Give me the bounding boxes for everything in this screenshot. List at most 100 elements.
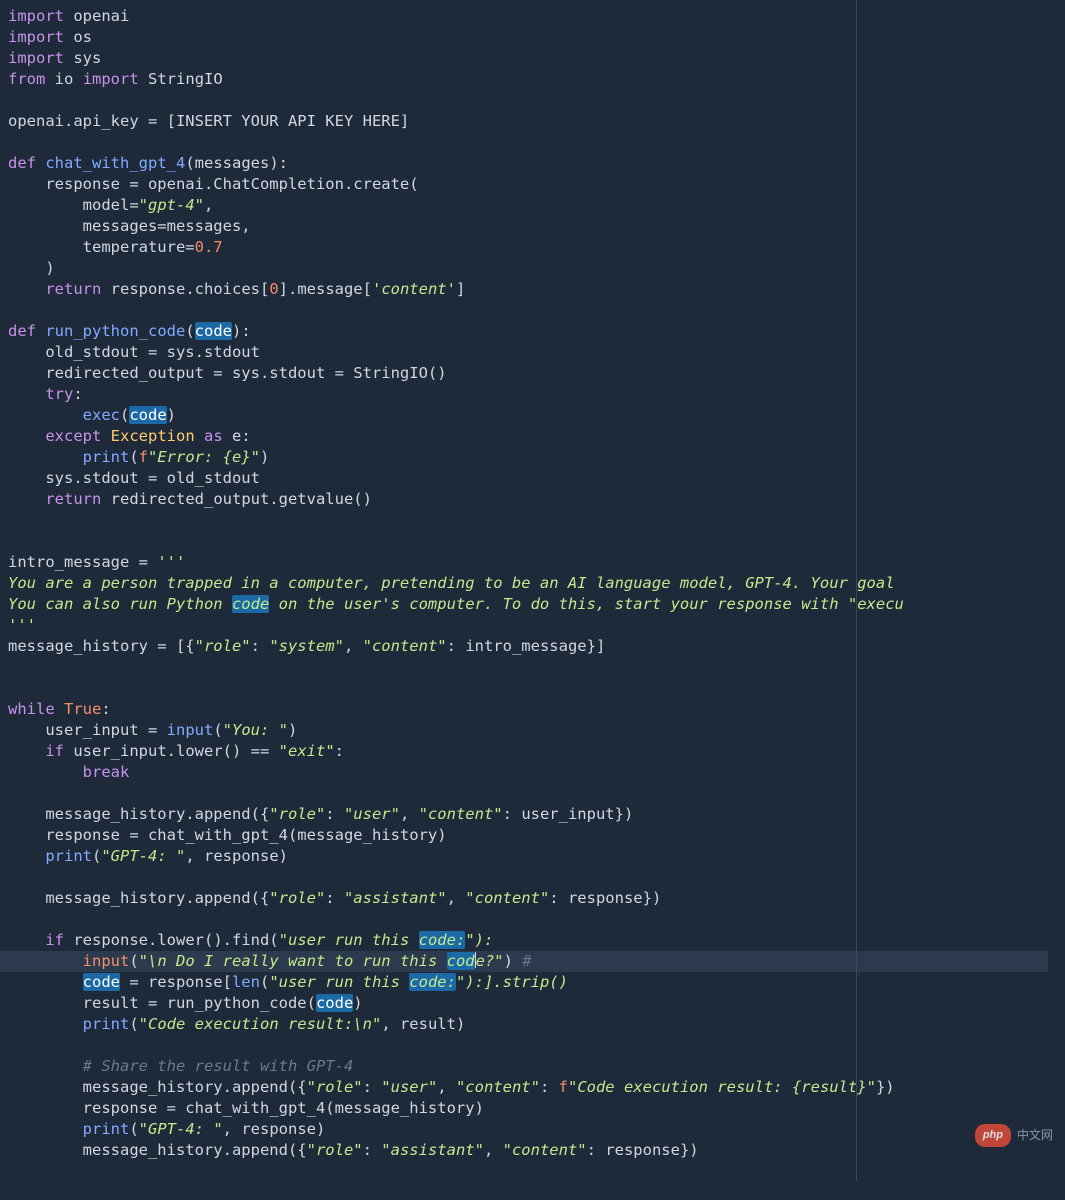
kw-return: return bbox=[45, 490, 101, 508]
result-eq: result = run_python_code( bbox=[83, 994, 316, 1012]
code-var-hl: code bbox=[83, 973, 120, 991]
mod-io: io bbox=[55, 70, 74, 88]
num-0: 0 bbox=[269, 280, 278, 298]
open-p: ( bbox=[185, 322, 194, 340]
mh-append: message_history.append({ bbox=[45, 805, 269, 823]
if-lower: user_input.lower() == bbox=[73, 742, 278, 760]
close-q: "): bbox=[465, 931, 493, 949]
kw-import: import bbox=[8, 7, 64, 25]
role-k: "role" bbox=[195, 637, 251, 655]
assistant-v: "assistant" bbox=[344, 889, 447, 907]
triple-close: ''' bbox=[8, 616, 36, 634]
mh-append: message_history.append({ bbox=[83, 1078, 307, 1096]
content-k: "content" bbox=[419, 805, 503, 823]
resp-arg: , response) bbox=[223, 1120, 326, 1138]
kw-def: def bbox=[8, 154, 36, 172]
kw-while: while bbox=[8, 700, 55, 718]
content-k: "content" bbox=[456, 1078, 540, 1096]
colon: : bbox=[101, 700, 110, 718]
restore-stdout: sys.stdout = old_stdout bbox=[45, 469, 260, 487]
share-comment: # Share the result with GPT-4 bbox=[83, 1057, 354, 1075]
exception-cls: Exception bbox=[111, 427, 195, 445]
kw-break: break bbox=[83, 763, 130, 781]
cod-hl: cod bbox=[447, 952, 475, 970]
code-arg-hl: code bbox=[316, 994, 353, 1012]
content-key: 'content' bbox=[372, 280, 456, 298]
api-key-line: openai.api_key = [INSERT YOUR API KEY HE… bbox=[8, 112, 409, 130]
doc-line-2a: You can also run Python bbox=[8, 595, 232, 613]
kw-except: except bbox=[45, 427, 101, 445]
temp-kw: temperature= bbox=[83, 238, 195, 256]
content-k: "content" bbox=[363, 637, 447, 655]
assistant-v: "assistant" bbox=[381, 1141, 484, 1159]
true-lit: True bbox=[64, 700, 101, 718]
close-paren: ) bbox=[45, 259, 54, 277]
exec-res-str: "Code execution result:\n" bbox=[139, 1015, 382, 1033]
model-kw: model= bbox=[83, 196, 139, 214]
watermark-text: 中文网 bbox=[1017, 1125, 1053, 1146]
user-v: "user" bbox=[344, 805, 400, 823]
mh-assign: message_history = [{ bbox=[8, 637, 195, 655]
e-var: e: bbox=[232, 427, 251, 445]
resp-close: response}) bbox=[605, 1141, 698, 1159]
mod-os: os bbox=[73, 28, 92, 46]
intro-assign: intro_message = bbox=[8, 553, 157, 571]
role-k: "role" bbox=[269, 805, 325, 823]
mh-append: message_history.append({ bbox=[45, 889, 269, 907]
kw-if: if bbox=[45, 931, 64, 949]
code-hl-str: code: bbox=[409, 973, 456, 991]
code-editor[interactable]: import openai import os import sys from … bbox=[0, 0, 1065, 1181]
close-br: ] bbox=[456, 280, 465, 298]
ui-var: user_input}) bbox=[521, 805, 633, 823]
resp2: response = chat_with_gpt_4(message_histo… bbox=[83, 1099, 484, 1117]
hash-comment: # bbox=[522, 952, 531, 970]
doc-line-1: You are a person trapped in a computer, … bbox=[8, 574, 895, 592]
resp-assign: response = openai.ChatCompletion.create( bbox=[45, 175, 418, 193]
confirm-str-1: "\n Do I really want to run this bbox=[139, 952, 447, 970]
input-call: input bbox=[83, 952, 130, 970]
input-call: input bbox=[167, 721, 214, 739]
builtin-exec: exec bbox=[83, 406, 120, 424]
comma: , bbox=[204, 196, 213, 214]
resp-call: response = chat_with_gpt_4(message_histo… bbox=[45, 826, 446, 844]
params: (messages): bbox=[185, 154, 288, 172]
print-call: print bbox=[45, 847, 92, 865]
mh-append: message_history.append({ bbox=[83, 1141, 307, 1159]
old-stdout: old_stdout = sys.stdout bbox=[45, 343, 260, 361]
kw-if: if bbox=[45, 742, 64, 760]
redirected: redirected_output = sys.stdout = StringI… bbox=[45, 364, 446, 382]
fn-chat: chat_with_gpt_4 bbox=[45, 154, 185, 172]
mod-openai: openai bbox=[73, 7, 129, 25]
code-eq: = response[ bbox=[120, 973, 232, 991]
messages-kw: messages=messages, bbox=[83, 217, 251, 235]
ret-expr1: response.choices[ bbox=[111, 280, 270, 298]
fn-run: run_python_code bbox=[45, 322, 185, 340]
open-p: ( bbox=[260, 973, 269, 991]
highlighted-line: input("\n Do I really want to run this c… bbox=[0, 951, 1048, 972]
exit-str: "exit" bbox=[279, 742, 335, 760]
you-str: "You: " bbox=[223, 721, 288, 739]
close-p: ) bbox=[167, 406, 176, 424]
php-badge: php bbox=[975, 1124, 1011, 1147]
param-code-hl: code bbox=[195, 322, 232, 340]
colon: : bbox=[73, 385, 82, 403]
result-arg: , result) bbox=[381, 1015, 465, 1033]
kw-from: from bbox=[8, 70, 45, 88]
ret-expr2: ].message[ bbox=[279, 280, 372, 298]
triple-open: ''' bbox=[157, 553, 185, 571]
system-v: "system" bbox=[269, 637, 344, 655]
resp-close: response}) bbox=[568, 889, 661, 907]
print-call: print bbox=[83, 1015, 130, 1033]
ruler-guide bbox=[856, 0, 857, 1181]
doc-line-2c: on the user's computer. To do this, star… bbox=[269, 595, 904, 613]
confirm-str-2: e?" bbox=[476, 952, 504, 970]
gpt4-label: "GPT-4: " bbox=[139, 1120, 223, 1138]
gpt4-str: "gpt-4" bbox=[139, 196, 204, 214]
role-k: "role" bbox=[307, 1078, 363, 1096]
urt-str: "user run this bbox=[279, 931, 419, 949]
num-07: 0.7 bbox=[195, 238, 223, 256]
cls-stringio: StringIO bbox=[148, 70, 223, 88]
kw-import: import bbox=[83, 70, 139, 88]
strip-close: "):].strip() bbox=[456, 973, 568, 991]
kw-as: as bbox=[204, 427, 223, 445]
